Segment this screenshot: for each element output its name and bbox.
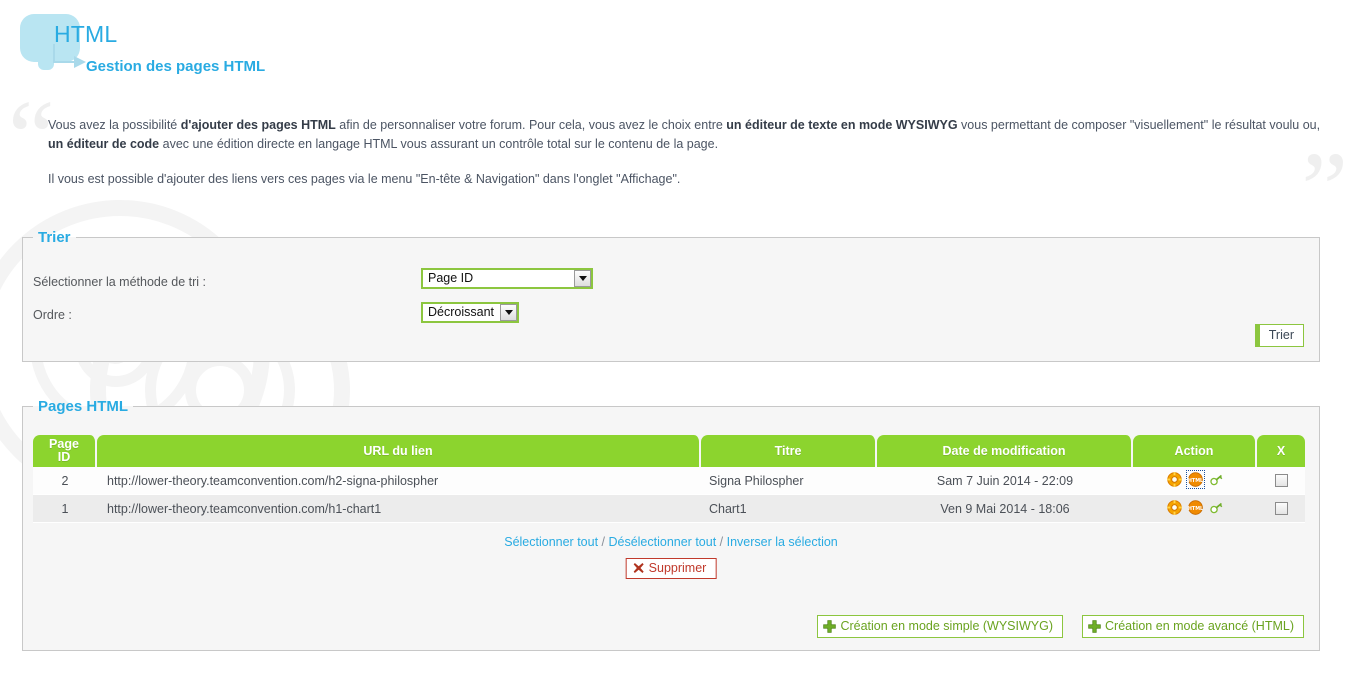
sort-submit-button[interactable]: Trier xyxy=(1254,324,1304,347)
sort-panel-legend: Trier xyxy=(38,229,71,246)
column-header-page-id-line2: ID xyxy=(57,450,71,464)
cell-page-id: 1 xyxy=(33,495,97,523)
cell-url: http://lower-theory.teamconvention.com/h… xyxy=(97,495,701,523)
cell-select xyxy=(1257,467,1305,495)
intro-text-g: avec une édition directe en langage HTML… xyxy=(159,137,719,151)
intro-paragraph-2: Il vous est possible d'ajouter des liens… xyxy=(48,172,681,186)
table-row: 2 http://lower-theory.teamconvention.com… xyxy=(33,467,1305,495)
sort-order-value: Décroissant xyxy=(428,305,494,319)
key-icon[interactable] xyxy=(1209,500,1224,515)
cell-actions: HTML xyxy=(1133,467,1257,495)
cell-date: Sam 7 Juin 2014 - 22:09 xyxy=(877,467,1133,495)
page-header: HTML Gestion des pages HTML xyxy=(0,0,1360,90)
sort-order-label: Ordre : xyxy=(33,308,72,322)
gear-icon[interactable] xyxy=(1166,471,1182,487)
delete-cross-icon xyxy=(633,562,645,574)
page-subtitle: Gestion des pages HTML xyxy=(86,58,266,75)
arrow-icon xyxy=(53,44,86,68)
selection-links: Sélectionner tout / Désélectionner tout … xyxy=(23,535,1319,549)
delete-button-label: Supprimer xyxy=(648,561,707,575)
row-checkbox[interactable] xyxy=(1275,474,1288,487)
separator-1: / xyxy=(598,535,609,549)
create-buttons: Création en mode simple (WYSIWYG) Créati… xyxy=(817,615,1304,638)
intro-strong-add-pages: d'ajouter des pages HTML xyxy=(180,118,336,132)
pages-table: Page ID URL du lien Titre Date de modific… xyxy=(33,435,1305,523)
row-checkbox[interactable] xyxy=(1275,502,1288,515)
column-header-page-id-line1: Page xyxy=(49,437,79,451)
intro-text-c: afin de personnaliser votre forum. Pour … xyxy=(335,118,727,132)
table-row: 1 http://lower-theory.teamconvention.com… xyxy=(33,495,1305,523)
admin-page: HTML Gestion des pages HTML “ ” Vous ave… xyxy=(0,0,1360,685)
select-all-link[interactable]: Sélectionner tout xyxy=(504,535,598,549)
invert-selection-link[interactable]: Inverser la sélection xyxy=(727,535,838,549)
cell-actions: HTML xyxy=(1133,495,1257,523)
html-icon[interactable]: HTML xyxy=(1185,469,1205,489)
column-header-x: X xyxy=(1257,435,1305,467)
table-body: 2 http://lower-theory.teamconvention.com… xyxy=(33,467,1305,523)
gear-icon[interactable] xyxy=(1166,499,1182,515)
plus-icon xyxy=(823,619,837,633)
sort-method-select[interactable]: Page ID xyxy=(421,268,593,289)
pages-panel-legend: Pages HTML xyxy=(38,398,129,415)
column-header-title: Titre xyxy=(701,435,877,467)
column-header-date: Date de modification xyxy=(877,435,1133,467)
create-advanced-button[interactable]: Création en mode avancé (HTML) xyxy=(1082,615,1304,638)
create-simple-button[interactable]: Création en mode simple (WYSIWYG) xyxy=(817,615,1064,638)
intro-paragraph-1: Vous avez la possibilité d'ajouter des p… xyxy=(48,116,1338,154)
deselect-all-link[interactable]: Désélectionner tout xyxy=(608,535,716,549)
chevron-down-icon[interactable] xyxy=(500,304,517,321)
sort-order-select[interactable]: Décroissant xyxy=(421,302,519,323)
sort-method-label: Sélectionner la méthode de tri : xyxy=(33,275,207,289)
create-advanced-label: Création en mode avancé (HTML) xyxy=(1105,619,1294,633)
svg-text:HTML: HTML xyxy=(1188,477,1203,483)
delete-button[interactable]: Supprimer xyxy=(625,558,717,579)
cell-title: Signa Philospher xyxy=(701,467,877,495)
sort-panel: Trier Sélectionner la méthode de tri : P… xyxy=(22,229,1320,362)
intro-text-e: vous permettant de composer "visuellemen… xyxy=(957,118,1321,132)
column-header-url: URL du lien xyxy=(97,435,701,467)
cell-page-id: 2 xyxy=(33,467,97,495)
chevron-down-icon[interactable] xyxy=(574,270,591,287)
plus-icon xyxy=(1088,619,1101,633)
column-header-action: Action xyxy=(1133,435,1257,467)
separator-2: / xyxy=(716,535,727,549)
table-header-row: Page ID URL du lien Titre Date de modific… xyxy=(33,435,1305,467)
cell-url: http://lower-theory.teamconvention.com/h… xyxy=(97,467,701,495)
html-icon[interactable]: HTML xyxy=(1187,499,1203,515)
sort-method-value: Page ID xyxy=(428,271,474,285)
intro-strong-code-editor: un éditeur de code xyxy=(48,137,160,151)
svg-text:HTML: HTML xyxy=(1188,505,1203,511)
intro-strong-wysiwyg: un éditeur de texte en mode WYSIWYG xyxy=(726,118,958,132)
cell-date: Ven 9 Mai 2014 - 18:06 xyxy=(877,495,1133,523)
cell-title: Chart1 xyxy=(701,495,877,523)
create-simple-label: Création en mode simple (WYSIWYG) xyxy=(840,619,1054,633)
cell-select xyxy=(1257,495,1305,523)
pages-panel: Pages HTML Page ID URL du lien Titre Date… xyxy=(22,398,1320,651)
intro-text-a: Vous avez la possibilité xyxy=(48,118,181,132)
column-header-page-id: Page ID xyxy=(33,435,97,467)
key-icon[interactable] xyxy=(1209,472,1224,487)
